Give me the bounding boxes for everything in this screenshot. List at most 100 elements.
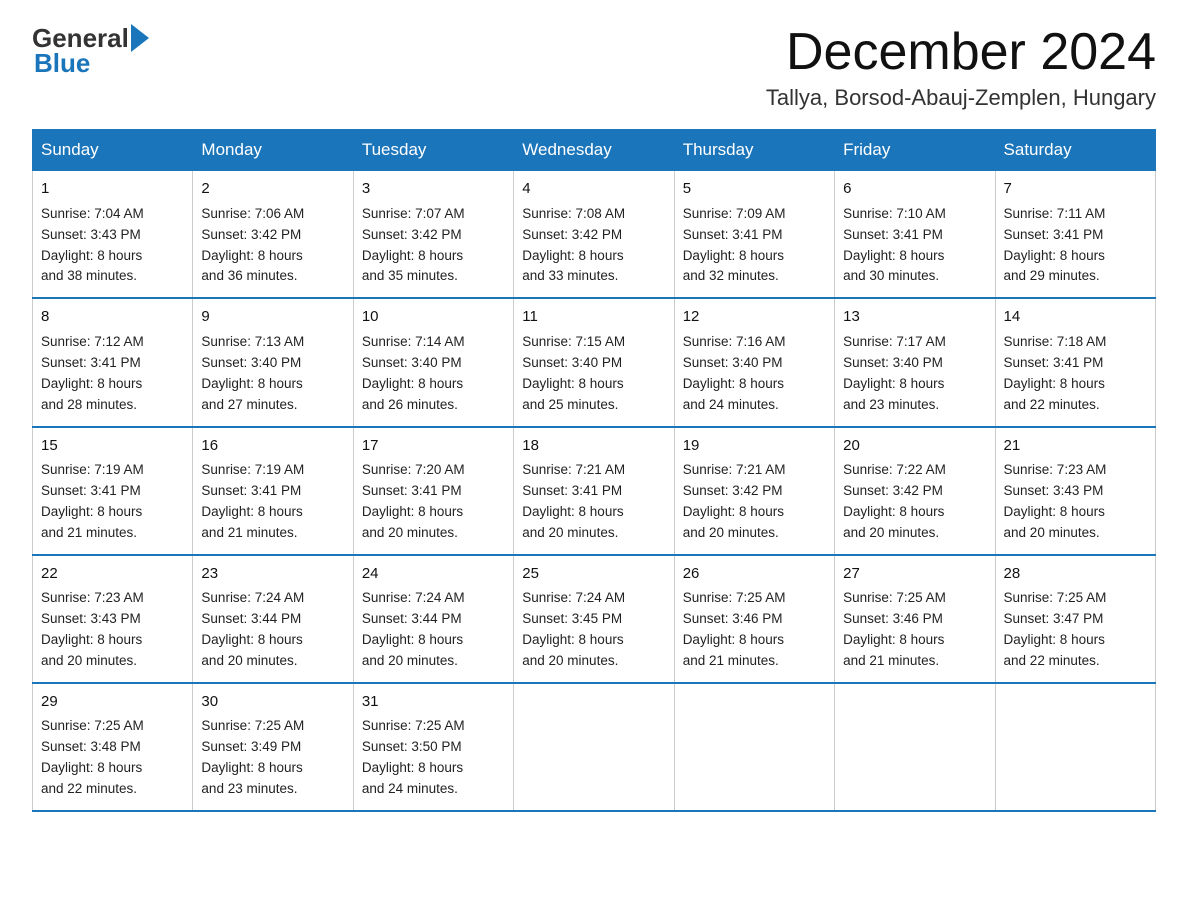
calendar-day-cell: 7 Sunrise: 7:11 AMSunset: 3:41 PMDayligh… <box>995 171 1155 299</box>
calendar-week-row: 22 Sunrise: 7:23 AMSunset: 3:43 PMDaylig… <box>33 555 1156 683</box>
calendar-day-cell <box>995 683 1155 811</box>
day-info: Sunrise: 7:25 AMSunset: 3:46 PMDaylight:… <box>843 590 946 668</box>
day-number: 27 <box>843 563 986 586</box>
day-number: 16 <box>201 435 344 458</box>
day-number: 17 <box>362 435 505 458</box>
calendar-day-cell: 31 Sunrise: 7:25 AMSunset: 3:50 PMDaylig… <box>353 683 513 811</box>
day-number: 18 <box>522 435 665 458</box>
day-number: 5 <box>683 178 826 201</box>
day-number: 11 <box>522 306 665 329</box>
calendar-day-cell: 29 Sunrise: 7:25 AMSunset: 3:48 PMDaylig… <box>33 683 193 811</box>
day-number: 12 <box>683 306 826 329</box>
title-area: December 2024 Tallya, Borsod-Abauj-Zempl… <box>766 24 1156 111</box>
day-info: Sunrise: 7:15 AMSunset: 3:40 PMDaylight:… <box>522 334 625 412</box>
calendar-day-cell: 22 Sunrise: 7:23 AMSunset: 3:43 PMDaylig… <box>33 555 193 683</box>
day-number: 9 <box>201 306 344 329</box>
page-subtitle: Tallya, Borsod-Abauj-Zemplen, Hungary <box>766 85 1156 111</box>
calendar-day-cell: 3 Sunrise: 7:07 AMSunset: 3:42 PMDayligh… <box>353 171 513 299</box>
day-number: 13 <box>843 306 986 329</box>
calendar-header-row: SundayMondayTuesdayWednesdayThursdayFrid… <box>33 130 1156 171</box>
day-number: 28 <box>1004 563 1147 586</box>
calendar-week-row: 29 Sunrise: 7:25 AMSunset: 3:48 PMDaylig… <box>33 683 1156 811</box>
day-number: 22 <box>41 563 184 586</box>
calendar-day-cell <box>674 683 834 811</box>
day-number: 3 <box>362 178 505 201</box>
day-info: Sunrise: 7:17 AMSunset: 3:40 PMDaylight:… <box>843 334 946 412</box>
logo-blue-text: Blue <box>34 48 90 78</box>
day-info: Sunrise: 7:24 AMSunset: 3:45 PMDaylight:… <box>522 590 625 668</box>
day-number: 1 <box>41 178 184 201</box>
calendar-day-cell: 23 Sunrise: 7:24 AMSunset: 3:44 PMDaylig… <box>193 555 353 683</box>
day-of-week-header: Thursday <box>674 130 834 171</box>
calendar-day-cell: 5 Sunrise: 7:09 AMSunset: 3:41 PMDayligh… <box>674 171 834 299</box>
day-number: 24 <box>362 563 505 586</box>
calendar-day-cell: 4 Sunrise: 7:08 AMSunset: 3:42 PMDayligh… <box>514 171 674 299</box>
day-number: 14 <box>1004 306 1147 329</box>
day-number: 30 <box>201 691 344 714</box>
calendar-day-cell: 21 Sunrise: 7:23 AMSunset: 3:43 PMDaylig… <box>995 427 1155 555</box>
calendar-day-cell: 13 Sunrise: 7:17 AMSunset: 3:40 PMDaylig… <box>835 298 995 426</box>
calendar-day-cell: 2 Sunrise: 7:06 AMSunset: 3:42 PMDayligh… <box>193 171 353 299</box>
calendar-day-cell: 30 Sunrise: 7:25 AMSunset: 3:49 PMDaylig… <box>193 683 353 811</box>
day-number: 4 <box>522 178 665 201</box>
day-number: 19 <box>683 435 826 458</box>
day-number: 21 <box>1004 435 1147 458</box>
calendar-day-cell: 24 Sunrise: 7:24 AMSunset: 3:44 PMDaylig… <box>353 555 513 683</box>
logo: General Blue <box>32 24 151 79</box>
calendar-day-cell: 15 Sunrise: 7:19 AMSunset: 3:41 PMDaylig… <box>33 427 193 555</box>
page-title: December 2024 <box>766 24 1156 81</box>
day-number: 26 <box>683 563 826 586</box>
day-of-week-header: Monday <box>193 130 353 171</box>
day-info: Sunrise: 7:19 AMSunset: 3:41 PMDaylight:… <box>41 462 144 540</box>
calendar-day-cell: 8 Sunrise: 7:12 AMSunset: 3:41 PMDayligh… <box>33 298 193 426</box>
day-info: Sunrise: 7:11 AMSunset: 3:41 PMDaylight:… <box>1004 206 1106 284</box>
calendar-day-cell: 9 Sunrise: 7:13 AMSunset: 3:40 PMDayligh… <box>193 298 353 426</box>
day-of-week-header: Wednesday <box>514 130 674 171</box>
day-info: Sunrise: 7:25 AMSunset: 3:48 PMDaylight:… <box>41 718 144 796</box>
day-number: 2 <box>201 178 344 201</box>
day-of-week-header: Friday <box>835 130 995 171</box>
day-info: Sunrise: 7:22 AMSunset: 3:42 PMDaylight:… <box>843 462 946 540</box>
day-info: Sunrise: 7:07 AMSunset: 3:42 PMDaylight:… <box>362 206 465 284</box>
calendar-day-cell: 17 Sunrise: 7:20 AMSunset: 3:41 PMDaylig… <box>353 427 513 555</box>
logo-arrow-icon <box>131 24 149 52</box>
day-info: Sunrise: 7:13 AMSunset: 3:40 PMDaylight:… <box>201 334 304 412</box>
day-number: 20 <box>843 435 986 458</box>
day-number: 29 <box>41 691 184 714</box>
day-info: Sunrise: 7:10 AMSunset: 3:41 PMDaylight:… <box>843 206 946 284</box>
calendar-day-cell: 16 Sunrise: 7:19 AMSunset: 3:41 PMDaylig… <box>193 427 353 555</box>
day-number: 8 <box>41 306 184 329</box>
calendar-day-cell: 12 Sunrise: 7:16 AMSunset: 3:40 PMDaylig… <box>674 298 834 426</box>
day-info: Sunrise: 7:04 AMSunset: 3:43 PMDaylight:… <box>41 206 144 284</box>
day-info: Sunrise: 7:19 AMSunset: 3:41 PMDaylight:… <box>201 462 304 540</box>
calendar-day-cell: 14 Sunrise: 7:18 AMSunset: 3:41 PMDaylig… <box>995 298 1155 426</box>
day-info: Sunrise: 7:18 AMSunset: 3:41 PMDaylight:… <box>1004 334 1107 412</box>
calendar-day-cell: 1 Sunrise: 7:04 AMSunset: 3:43 PMDayligh… <box>33 171 193 299</box>
calendar-week-row: 15 Sunrise: 7:19 AMSunset: 3:41 PMDaylig… <box>33 427 1156 555</box>
calendar-day-cell: 10 Sunrise: 7:14 AMSunset: 3:40 PMDaylig… <box>353 298 513 426</box>
day-info: Sunrise: 7:25 AMSunset: 3:46 PMDaylight:… <box>683 590 786 668</box>
day-number: 23 <box>201 563 344 586</box>
calendar-week-row: 8 Sunrise: 7:12 AMSunset: 3:41 PMDayligh… <box>33 298 1156 426</box>
day-info: Sunrise: 7:08 AMSunset: 3:42 PMDaylight:… <box>522 206 625 284</box>
day-info: Sunrise: 7:21 AMSunset: 3:41 PMDaylight:… <box>522 462 625 540</box>
day-number: 7 <box>1004 178 1147 201</box>
day-info: Sunrise: 7:24 AMSunset: 3:44 PMDaylight:… <box>201 590 304 668</box>
day-info: Sunrise: 7:21 AMSunset: 3:42 PMDaylight:… <box>683 462 786 540</box>
calendar-day-cell: 27 Sunrise: 7:25 AMSunset: 3:46 PMDaylig… <box>835 555 995 683</box>
day-info: Sunrise: 7:14 AMSunset: 3:40 PMDaylight:… <box>362 334 465 412</box>
day-info: Sunrise: 7:09 AMSunset: 3:41 PMDaylight:… <box>683 206 786 284</box>
calendar-day-cell: 28 Sunrise: 7:25 AMSunset: 3:47 PMDaylig… <box>995 555 1155 683</box>
day-number: 15 <box>41 435 184 458</box>
calendar-day-cell: 20 Sunrise: 7:22 AMSunset: 3:42 PMDaylig… <box>835 427 995 555</box>
day-of-week-header: Saturday <box>995 130 1155 171</box>
calendar-day-cell <box>514 683 674 811</box>
day-info: Sunrise: 7:25 AMSunset: 3:49 PMDaylight:… <box>201 718 304 796</box>
day-of-week-header: Sunday <box>33 130 193 171</box>
day-number: 6 <box>843 178 986 201</box>
day-info: Sunrise: 7:25 AMSunset: 3:47 PMDaylight:… <box>1004 590 1107 668</box>
calendar-day-cell: 11 Sunrise: 7:15 AMSunset: 3:40 PMDaylig… <box>514 298 674 426</box>
calendar-day-cell: 25 Sunrise: 7:24 AMSunset: 3:45 PMDaylig… <box>514 555 674 683</box>
calendar-day-cell: 19 Sunrise: 7:21 AMSunset: 3:42 PMDaylig… <box>674 427 834 555</box>
calendar-week-row: 1 Sunrise: 7:04 AMSunset: 3:43 PMDayligh… <box>33 171 1156 299</box>
